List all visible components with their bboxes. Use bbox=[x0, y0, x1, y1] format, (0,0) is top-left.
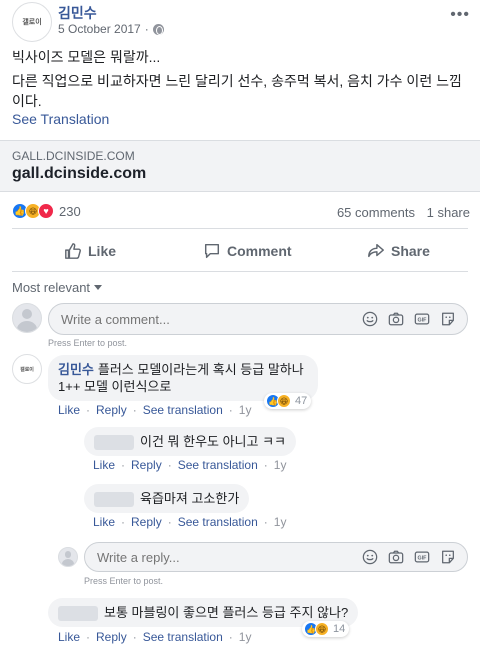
reply-timestamp[interactable]: 1y bbox=[274, 458, 287, 472]
avatar-logo-text: 갤로이 bbox=[22, 19, 42, 26]
comment-sort-dropdown[interactable]: Most relevant bbox=[12, 280, 103, 295]
post-body: 빅사이즈 모델은 뭐랄까... 다른 직업으로 비교하자면 느린 달리기 선수,… bbox=[12, 47, 472, 115]
comment-author[interactable]: 김민수 bbox=[58, 362, 94, 377]
avatar-logo-text: 갤로이 bbox=[20, 366, 34, 373]
comment-timestamp[interactable]: 1y bbox=[239, 630, 252, 644]
press-enter-hint: Press Enter to post. bbox=[84, 576, 164, 586]
globe-icon bbox=[152, 23, 164, 35]
camera-icon[interactable] bbox=[387, 548, 405, 566]
comment-reactions[interactable]: 👍 😆 47 bbox=[264, 393, 312, 409]
thumbs-up-icon bbox=[65, 243, 81, 259]
love-reaction-icon: ♥ bbox=[38, 203, 54, 219]
page-avatar[interactable]: 갤로이 bbox=[12, 2, 52, 42]
haha-reaction-icon: 😆 bbox=[315, 622, 329, 636]
viewer-avatar bbox=[58, 547, 78, 567]
comment-composer[interactable]: GIF bbox=[48, 303, 468, 335]
link-title[interactable]: gall.dcinside.com bbox=[12, 165, 146, 183]
like-label: Like bbox=[88, 243, 117, 259]
reply-actions: Like · Reply · See translation · 1y bbox=[93, 515, 287, 529]
link-domain: GALL.DCINSIDE.COM bbox=[12, 149, 135, 163]
comment-button[interactable]: Comment bbox=[203, 240, 292, 262]
reply-timestamp[interactable]: 1y bbox=[274, 515, 287, 529]
divider bbox=[12, 271, 468, 272]
emoji-icon[interactable] bbox=[361, 548, 379, 566]
comment-see-translation-link[interactable]: See translation bbox=[143, 403, 223, 417]
comment-reaction-count: 47 bbox=[295, 395, 308, 407]
engagement-counts: 65 comments 1 share bbox=[329, 205, 470, 220]
reply-text: 이건 뭐 한우도 아니고 ㅋㅋ bbox=[140, 434, 287, 449]
divider bbox=[12, 228, 468, 229]
comment-see-translation-link[interactable]: See translation bbox=[143, 630, 223, 644]
comment-icon bbox=[204, 243, 220, 259]
reply-bubble: 이건 뭐 한우도 아니고 ㅋㅋ bbox=[84, 427, 297, 457]
link-preview-card[interactable]: GALL.DCINSIDE.COM gall.dcinside.com bbox=[0, 140, 480, 192]
reply-see-translation-link[interactable]: See translation bbox=[178, 515, 258, 529]
redacted-author bbox=[58, 606, 98, 622]
see-translation-link[interactable]: See Translation bbox=[12, 111, 109, 127]
reply-see-translation-link[interactable]: See translation bbox=[178, 458, 258, 472]
caret-down-icon bbox=[94, 285, 103, 290]
svg-text:GIF: GIF bbox=[418, 318, 428, 324]
viewer-avatar bbox=[12, 303, 42, 333]
gif-icon[interactable]: GIF bbox=[413, 548, 431, 566]
press-enter-hint: Press Enter to post. bbox=[48, 338, 128, 348]
redacted-author bbox=[94, 492, 134, 508]
comment-like-link[interactable]: Like bbox=[58, 630, 80, 644]
post-text-line: 빅사이즈 모델은 뭐랄까... bbox=[12, 49, 161, 65]
share-icon bbox=[368, 243, 384, 258]
comment-actions: Like · Reply · See translation · 1y bbox=[58, 630, 252, 644]
comment-timestamp[interactable]: 1y bbox=[239, 403, 252, 417]
reply-reply-link[interactable]: Reply bbox=[131, 515, 162, 529]
sticker-icon[interactable] bbox=[439, 310, 457, 328]
reply-actions: Like · Reply · See translation · 1y bbox=[93, 458, 287, 472]
like-button[interactable]: Like bbox=[64, 240, 116, 262]
commenter-avatar[interactable]: 갤로이 bbox=[12, 354, 42, 384]
comment-reply-link[interactable]: Reply bbox=[96, 630, 127, 644]
reply-input[interactable] bbox=[85, 549, 361, 565]
shares-count[interactable]: 1 share bbox=[427, 205, 470, 220]
comment-reply-link[interactable]: Reply bbox=[96, 403, 127, 417]
post-author[interactable]: 김민수 bbox=[58, 3, 97, 23]
reply-composer[interactable]: GIF bbox=[84, 542, 468, 572]
gif-icon[interactable]: GIF bbox=[413, 310, 431, 328]
reply-reply-link[interactable]: Reply bbox=[131, 458, 162, 472]
haha-reaction-icon: 😆 bbox=[277, 394, 291, 408]
comment-reactions[interactable]: 👍 😆 14 bbox=[302, 621, 350, 637]
emoji-icon[interactable] bbox=[361, 310, 379, 328]
camera-icon[interactable] bbox=[387, 310, 405, 328]
comment-actions: Like · Reply · See translation · 1y bbox=[58, 403, 252, 417]
redacted-author bbox=[94, 435, 134, 451]
comment-like-link[interactable]: Like bbox=[58, 403, 80, 417]
post-text-line: 다른 직업으로 비교하자면 느린 달리기 선수, 송주먹 복서, 음치 가수 이… bbox=[12, 73, 462, 109]
comment-text: 플러스 모델이라는게 혹시 등급 말하나 1++ 모델 이런식으로 bbox=[58, 362, 304, 394]
reaction-count: 230 bbox=[59, 203, 81, 219]
comment-input[interactable] bbox=[49, 311, 361, 327]
more-options-icon[interactable]: ••• bbox=[450, 6, 470, 24]
reply-text: 육즙마져 고소한가 bbox=[140, 491, 240, 506]
reply-bubble: 육즙마져 고소한가 bbox=[84, 484, 250, 514]
comment-reaction-count: 14 bbox=[333, 623, 346, 635]
comment-label: Comment bbox=[227, 243, 292, 259]
reaction-summary[interactable]: 👍 😆 ♥ 230 bbox=[12, 203, 81, 219]
share-button[interactable]: Share bbox=[367, 240, 430, 262]
comment-text: 보통 마블링이 좋으면 플러스 등급 주지 않나? bbox=[104, 605, 349, 620]
share-label: Share bbox=[391, 243, 430, 259]
comments-count[interactable]: 65 comments bbox=[337, 205, 415, 220]
sort-label: Most relevant bbox=[12, 280, 91, 295]
sticker-icon[interactable] bbox=[439, 548, 457, 566]
reply-like-link[interactable]: Like bbox=[93, 515, 115, 529]
post-date[interactable]: 5 October 2017 bbox=[58, 22, 141, 36]
post-meta: 5 October 2017 · bbox=[58, 22, 164, 36]
reply-like-link[interactable]: Like bbox=[93, 458, 115, 472]
svg-text:GIF: GIF bbox=[418, 556, 428, 562]
